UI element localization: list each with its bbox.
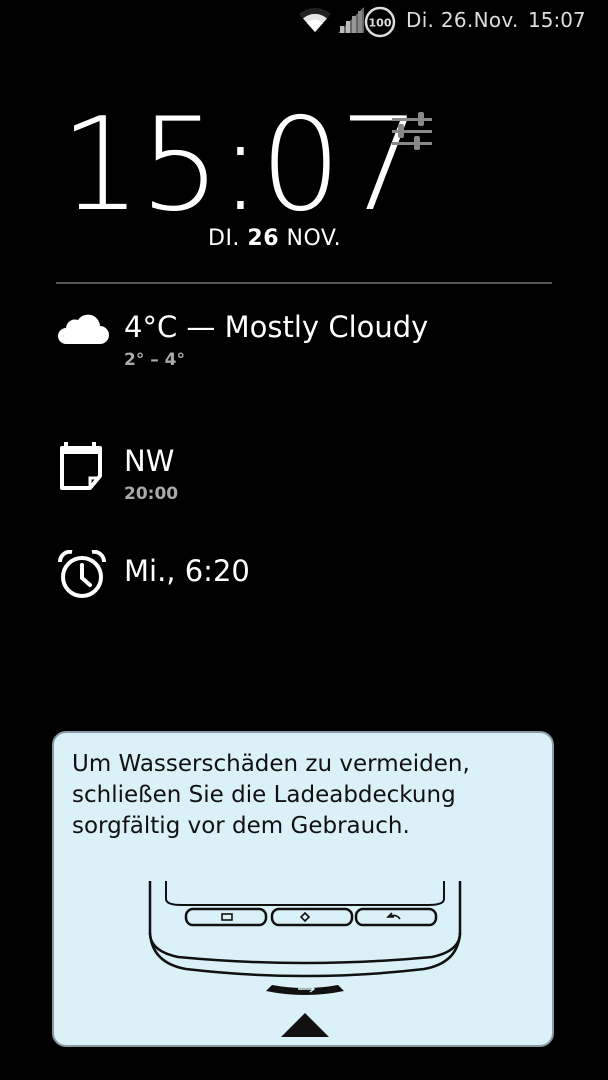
weather-summary: 4°C — Mostly Cloudy <box>124 310 429 344</box>
weather-widget[interactable]: 4°C — Mostly Cloudy 2° – 4° <box>56 310 556 380</box>
signal-icon <box>338 6 366 38</box>
calendar-icon <box>56 440 106 496</box>
calendar-time: 20:00 <box>124 484 179 504</box>
svg-text:100: 100 <box>369 17 392 30</box>
status-time: 15:07 <box>528 8 586 32</box>
date-day: DI. <box>208 226 240 251</box>
lockscreen-clock: 15:07 <box>60 91 421 240</box>
lockscreen-date: DI. 26 NOV. <box>208 226 341 251</box>
battery-icon: 100 <box>364 6 396 42</box>
date-number: 26 <box>247 226 280 251</box>
water-damage-notice[interactable]: Um Wasserschäden zu vermeiden, schließen… <box>52 731 554 1047</box>
weather-range: 2° – 4° <box>124 350 185 370</box>
calendar-widget[interactable]: NW 20:00 <box>56 440 556 510</box>
settings-sliders-icon[interactable] <box>388 110 436 158</box>
notice-text: Um Wasserschäden zu vermeiden, schließen… <box>72 751 470 839</box>
status-bar: 100 Di. 26.Nov. 15:07 <box>0 0 608 40</box>
date-month: NOV. <box>286 226 342 251</box>
alarm-widget[interactable]: Mi., 6:20 <box>56 549 556 600</box>
charging-port-illustration-icon <box>138 871 472 1045</box>
alarm-time: Mi., 6:20 <box>124 554 250 588</box>
status-date: Di. 26.Nov. <box>406 8 519 32</box>
divider <box>56 282 552 284</box>
calendar-title: NW <box>124 444 175 478</box>
alarm-clock-icon <box>56 549 108 604</box>
wifi-icon <box>298 6 332 38</box>
cloud-icon <box>56 312 110 350</box>
